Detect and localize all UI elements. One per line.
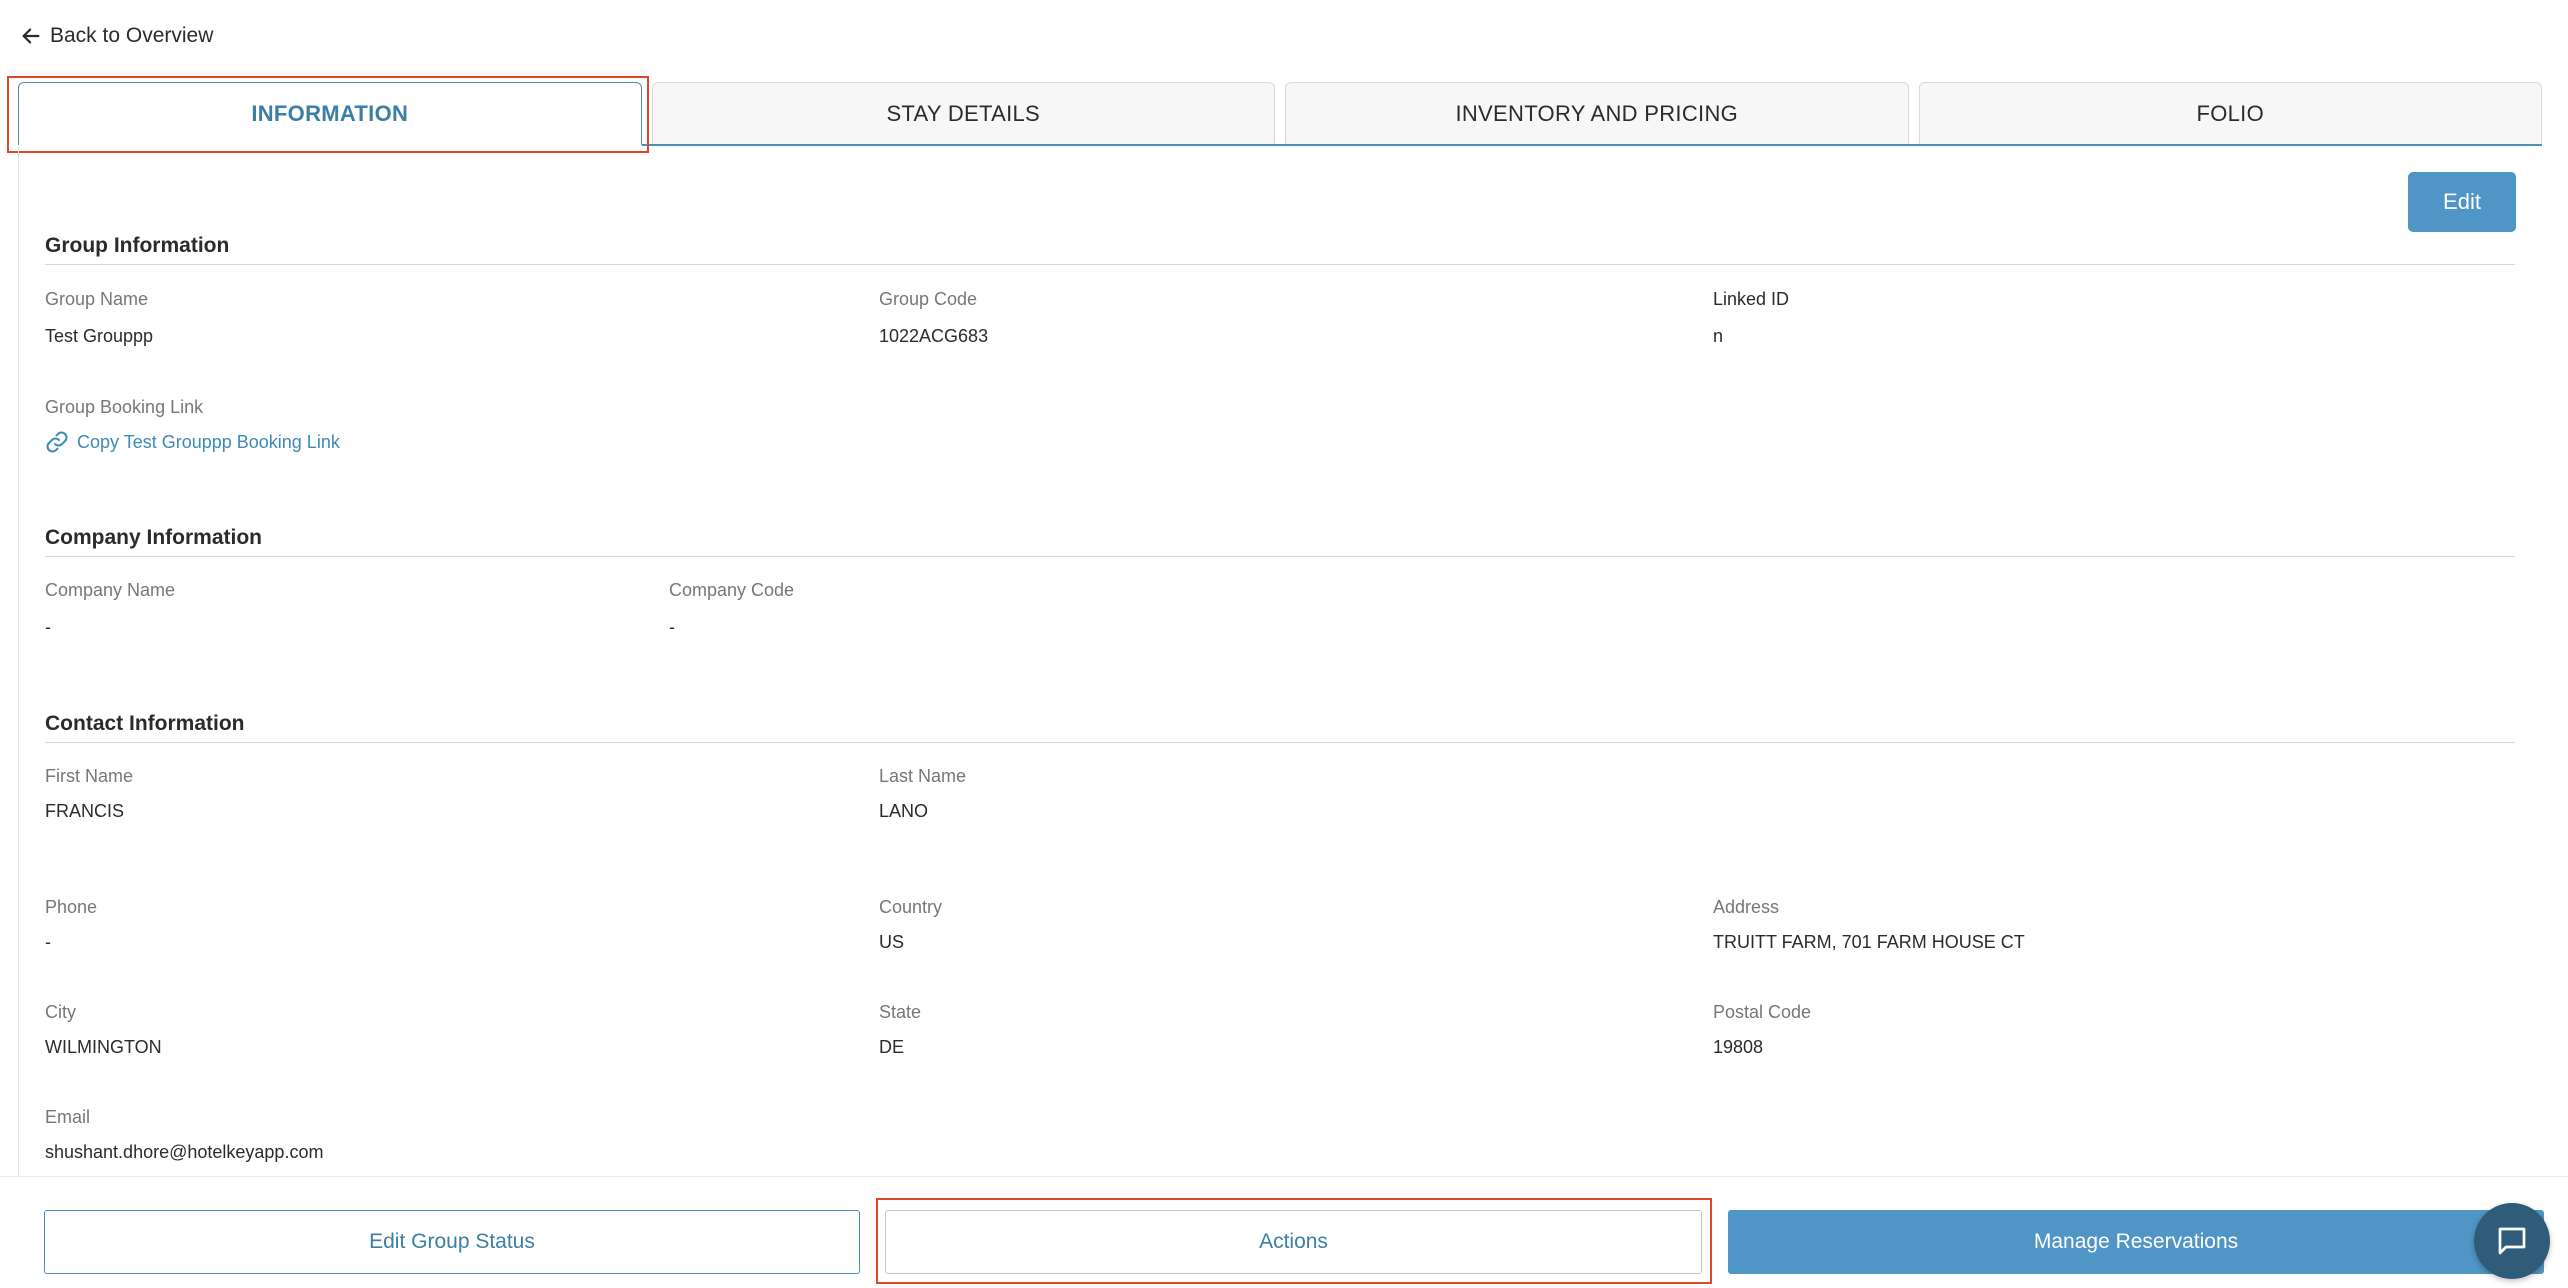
chat-button[interactable] (2474, 1203, 2550, 1279)
actions-button[interactable]: Actions (885, 1210, 1702, 1274)
group-information-title: Group Information (45, 234, 230, 257)
tab-information[interactable]: INFORMATION (18, 82, 642, 146)
tab-folio[interactable]: FOLIO (1918, 82, 2542, 144)
section-divider (45, 264, 2515, 265)
phone-label: Phone (45, 897, 98, 917)
last-name-value: LANO (879, 801, 929, 821)
postal-code-value: 19808 (1713, 1037, 1764, 1057)
address-label: Address (1713, 897, 1780, 917)
postal-code-label: Postal Code (1713, 1002, 1812, 1022)
manage-reservations-button[interactable]: Manage Reservations (1728, 1210, 2544, 1274)
first-name-label: First Name (45, 766, 134, 786)
group-code-label: Group Code (879, 289, 978, 309)
tab-bar: INFORMATION STAY DETAILS INVENTORY AND P… (18, 82, 2542, 146)
edit-button[interactable]: Edit (2408, 172, 2516, 232)
phone-value: - (45, 932, 51, 952)
section-divider (45, 742, 2515, 743)
city-label: City (45, 1002, 76, 1022)
tab-inventory-and-pricing[interactable]: INVENTORY AND PRICING (1285, 82, 1909, 144)
section-divider (45, 556, 2515, 557)
tab-stay-details[interactable]: STAY DETAILS (651, 82, 1275, 144)
tab-information-label: INFORMATION (251, 100, 409, 126)
email-value: shushant.dhore@hotelkeyapp.com (45, 1142, 324, 1162)
country-label: Country (879, 897, 943, 917)
city-value: WILMINGTON (45, 1037, 162, 1057)
state-value: DE (879, 1037, 905, 1057)
tab-inventory-label: INVENTORY AND PRICING (1455, 100, 1739, 126)
company-name-value: - (45, 617, 51, 637)
information-panel (18, 146, 2542, 1176)
linked-id-label: Linked ID (1713, 289, 1790, 309)
country-value: US (879, 932, 905, 952)
last-name-label: Last Name (879, 766, 967, 786)
company-information-title: Company Information (45, 526, 263, 549)
group-code-value: 1022ACG683 (879, 326, 989, 346)
company-code-value: - (669, 617, 675, 637)
first-name-value: FRANCIS (45, 801, 125, 821)
email-label: Email (45, 1107, 91, 1127)
edit-group-status-button[interactable]: Edit Group Status (44, 1210, 860, 1274)
address-value: TRUITT FARM, 701 FARM HOUSE CT (1713, 932, 2025, 952)
tab-folio-label: FOLIO (2196, 100, 2264, 126)
back-to-overview-link[interactable]: Back to Overview (20, 24, 213, 48)
state-label: State (879, 1002, 922, 1022)
back-link-label: Back to Overview (50, 24, 214, 47)
chat-icon (2498, 1227, 2526, 1255)
arrow-left-icon (22, 28, 40, 44)
copy-booking-link[interactable]: Copy Test Grouppp Booking Link (45, 430, 340, 454)
company-name-label: Company Name (45, 580, 176, 600)
group-name-value: Test Grouppp (45, 326, 154, 346)
linked-id-value: n (1713, 326, 1724, 346)
tab-stay-details-label: STAY DETAILS (886, 100, 1041, 126)
link-icon (46, 431, 68, 453)
copy-booking-link-text: Copy Test Grouppp Booking Link (77, 431, 340, 452)
contact-information-title: Contact Information (45, 712, 245, 735)
group-booking-link-label: Group Booking Link (45, 397, 204, 417)
group-name-label: Group Name (45, 289, 149, 309)
company-code-label: Company Code (669, 580, 795, 600)
